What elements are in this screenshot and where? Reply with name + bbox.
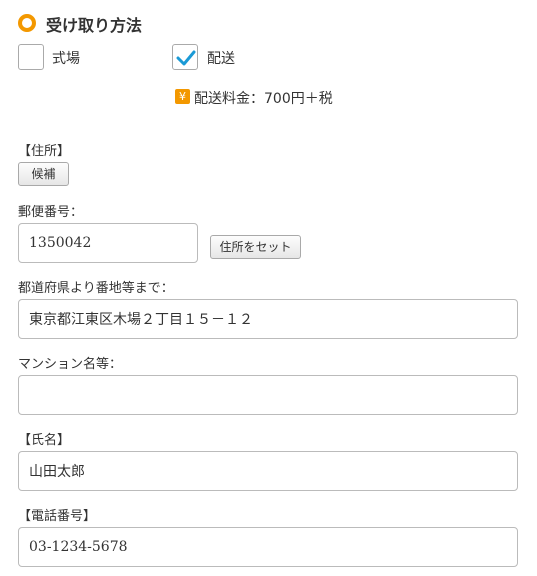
name-heading: 【氏名】 <box>18 433 71 448</box>
section-title: 受け取り方法 <box>46 16 143 35</box>
delivery-label: 配送 <box>207 51 235 67</box>
phone-input[interactable] <box>18 527 518 567</box>
delivery-checkbox[interactable] <box>172 44 198 70</box>
delivery-fee-text: 配送料金：700円＋税 <box>194 91 333 107</box>
building-label: マンション名等： <box>18 357 123 372</box>
building-input[interactable] <box>18 375 518 415</box>
address-heading: 【住所】 <box>18 144 71 159</box>
phone-heading: 【電話番号】 <box>18 509 97 524</box>
postal-code-label: 郵便番号： <box>18 205 84 220</box>
candidate-button[interactable]: 候補 <box>18 162 69 186</box>
venue-label: 式場 <box>52 51 80 67</box>
postal-code-input[interactable] <box>18 223 198 263</box>
radio-ring-icon <box>18 14 36 32</box>
checkmark-icon <box>176 50 196 66</box>
yen-icon: ¥ <box>175 89 190 104</box>
street-address-label: 都道府県より番地等まで： <box>18 281 174 296</box>
venue-checkbox[interactable] <box>18 44 44 70</box>
street-address-input[interactable] <box>18 299 518 339</box>
name-input[interactable] <box>18 451 518 491</box>
set-address-button[interactable]: 住所をセット <box>210 235 301 259</box>
